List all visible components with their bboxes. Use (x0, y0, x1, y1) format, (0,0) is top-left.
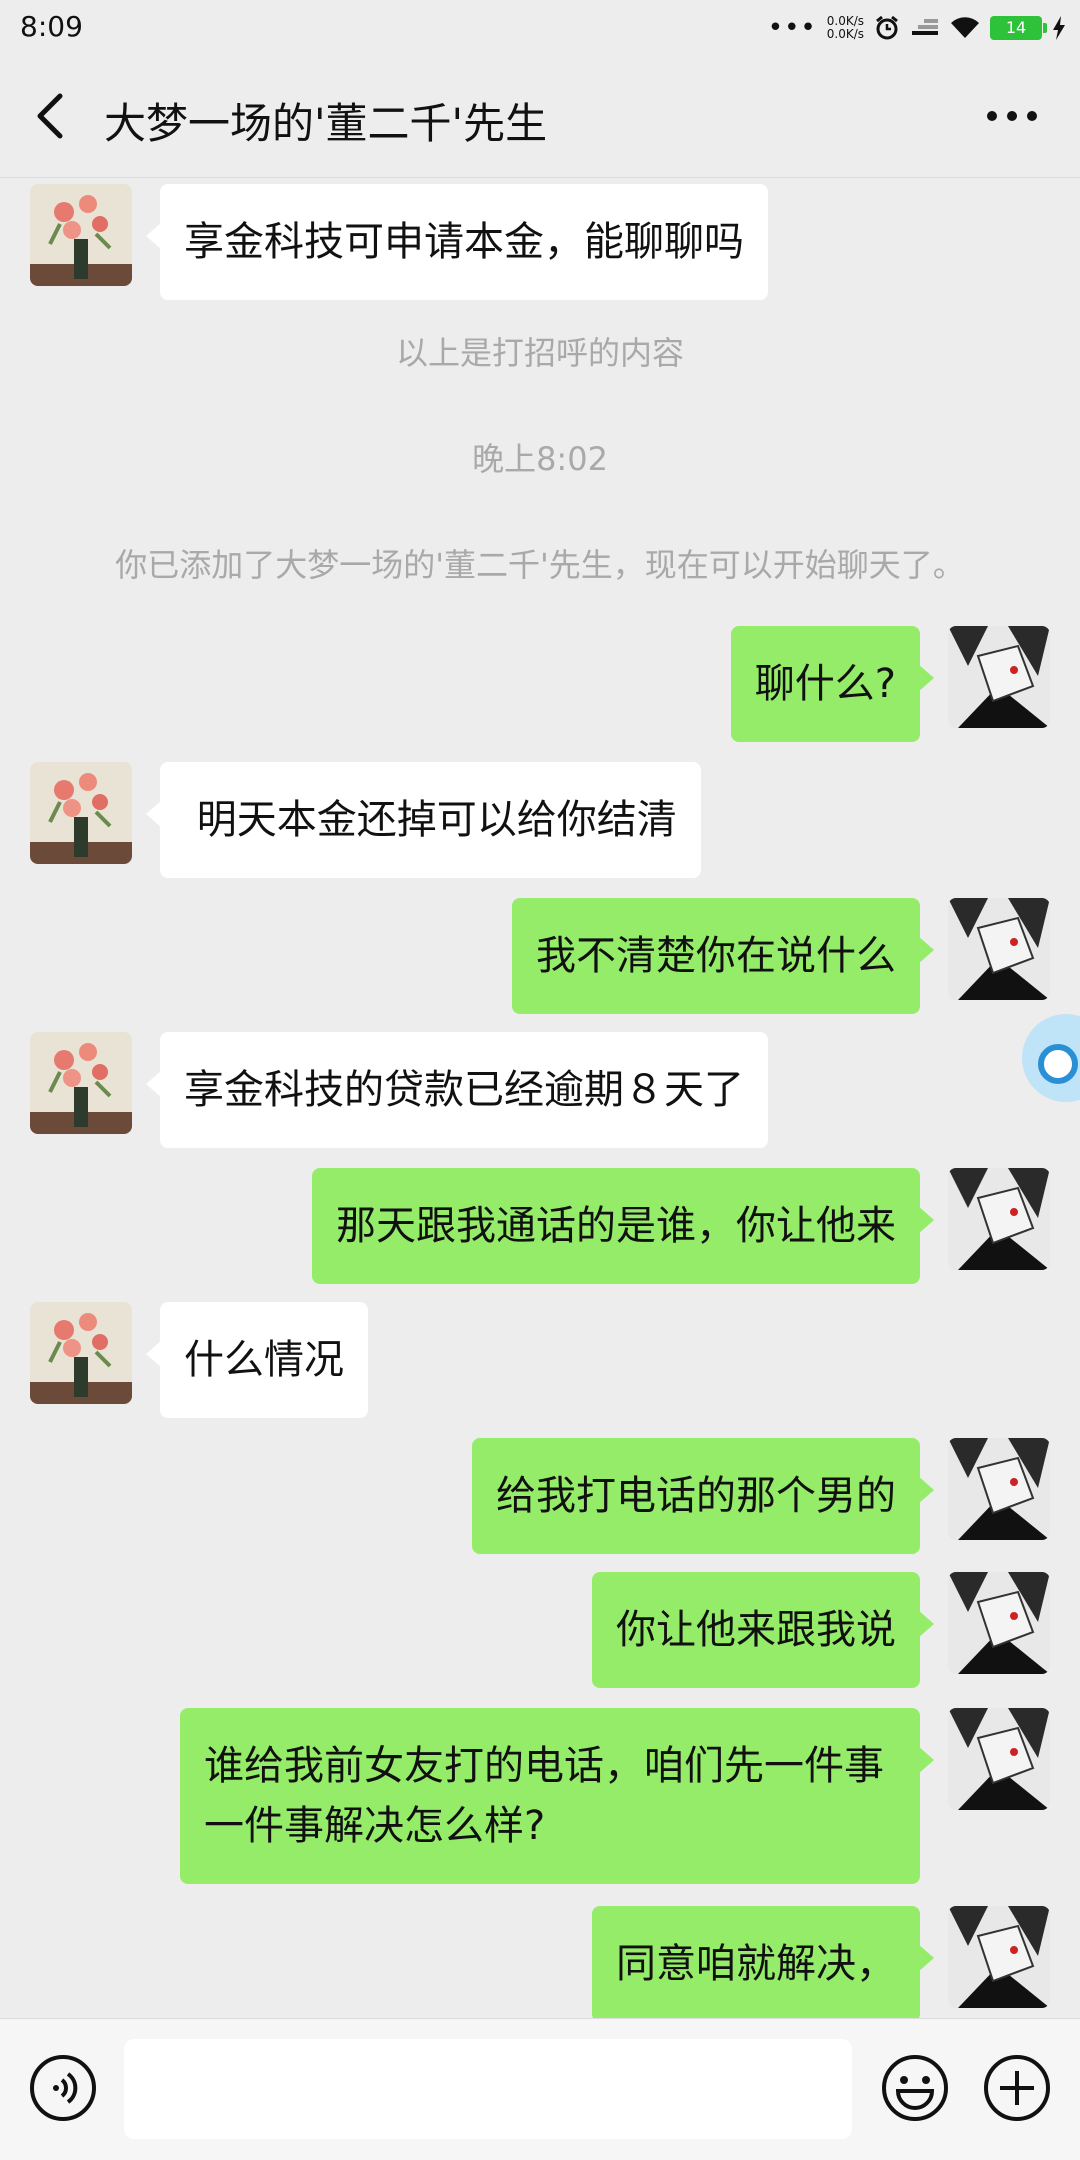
message-bubble-outgoing[interactable]: 谁给我前女友打的电话，咱们先一件事一件事解决怎么样? (180, 1708, 934, 1884)
user-avatar[interactable] (948, 1572, 1050, 1674)
message-bubble-outgoing[interactable]: 那天跟我通话的是谁，你让他来 (312, 1168, 934, 1284)
user-avatar[interactable] (948, 1708, 1050, 1810)
anime-avatar-image (948, 1572, 1050, 1674)
status-icons: ••• 0.0K/s 0.0K/s 14 (768, 10, 1066, 46)
message-bubble-outgoing[interactable]: 给我打电话的那个男的 (472, 1438, 934, 1554)
chevron-left-icon (37, 93, 63, 139)
flower-avatar-image (30, 184, 132, 286)
contact-avatar[interactable] (30, 1032, 132, 1134)
anime-avatar-image (948, 898, 1050, 1000)
message-bubble-incoming[interactable]: 明天本金还掉可以给你结清 (146, 762, 701, 878)
more-dots-icon: ••• (767, 13, 817, 43)
anime-avatar-image (948, 1708, 1050, 1810)
system-notice: 你已添加了大梦一场的'董二千'先生，现在可以开始聊天了。 (115, 546, 965, 584)
user-avatar[interactable] (948, 1168, 1050, 1270)
network-speed: 0.0K/s 0.0K/s (827, 15, 864, 41)
message-timestamp: 晚上8:02 (472, 440, 608, 478)
more-button[interactable] (984, 96, 1040, 136)
contact-avatar[interactable] (30, 762, 132, 864)
chat-message-list[interactable]: 享金科技可申请本金，能聊聊吗 以上是打招呼的内容 晚上8:02 你已添加了大梦一… (0, 178, 1080, 2018)
message-bubble-outgoing[interactable]: 同意咱就解决， (592, 1906, 934, 2018)
status-bar: 8:09 ••• 0.0K/s 0.0K/s 14 (0, 0, 1080, 56)
user-avatar[interactable] (948, 626, 1050, 728)
message-bubble-incoming[interactable]: 什么情况 (146, 1302, 368, 1418)
page-title: 大梦一场的'董二千'先生 (104, 99, 548, 148)
voice-icon (30, 2055, 96, 2121)
alarm-icon (876, 15, 898, 40)
message-bubble-outgoing[interactable]: 我不清楚你在说什么 (512, 898, 934, 1014)
anime-avatar-image (948, 1906, 1050, 2008)
message-bubble-incoming[interactable]: 享金科技可申请本金，能聊聊吗 (146, 184, 768, 300)
system-notice: 以上是打招呼的内容 (395, 334, 684, 372)
message-input[interactable] (124, 2039, 852, 2139)
input-bar (0, 2018, 1080, 2160)
flower-avatar-image (30, 1032, 132, 1134)
contact-avatar[interactable] (30, 1302, 132, 1404)
wifi-icon (951, 17, 979, 38)
contact-avatar[interactable] (30, 184, 132, 286)
back-button[interactable] (26, 86, 82, 146)
flower-avatar-image (30, 1302, 132, 1404)
chat-header: 大梦一场的'董二千'先生 (0, 56, 1080, 178)
user-avatar[interactable] (948, 1438, 1050, 1540)
battery-indicator: 14 (990, 16, 1047, 40)
plus-circle-icon (984, 2055, 1050, 2121)
user-avatar[interactable] (948, 1906, 1050, 2008)
signal-icon (912, 19, 938, 35)
message-bubble-outgoing[interactable]: 你让他来跟我说 (592, 1572, 934, 1688)
more-horizontal-icon (987, 111, 1037, 121)
more-actions-button[interactable] (982, 2053, 1052, 2123)
user-avatar[interactable] (948, 898, 1050, 1000)
net-speed-down: 0.0K/s (826, 27, 864, 41)
status-time: 8:09 (20, 10, 83, 43)
emoji-button[interactable] (880, 2053, 950, 2123)
message-bubble-incoming[interactable]: 享金科技的贷款已经逾期８天了 (146, 1032, 768, 1148)
anime-avatar-image (948, 1438, 1050, 1540)
message-bubble-outgoing[interactable]: 聊什么? (730, 626, 935, 742)
voice-button[interactable] (28, 2053, 98, 2123)
anime-avatar-image (948, 1168, 1050, 1270)
flower-avatar-image (30, 762, 132, 864)
anime-avatar-image (948, 626, 1050, 728)
emoji-icon (882, 2055, 948, 2121)
charging-icon (1053, 16, 1065, 40)
